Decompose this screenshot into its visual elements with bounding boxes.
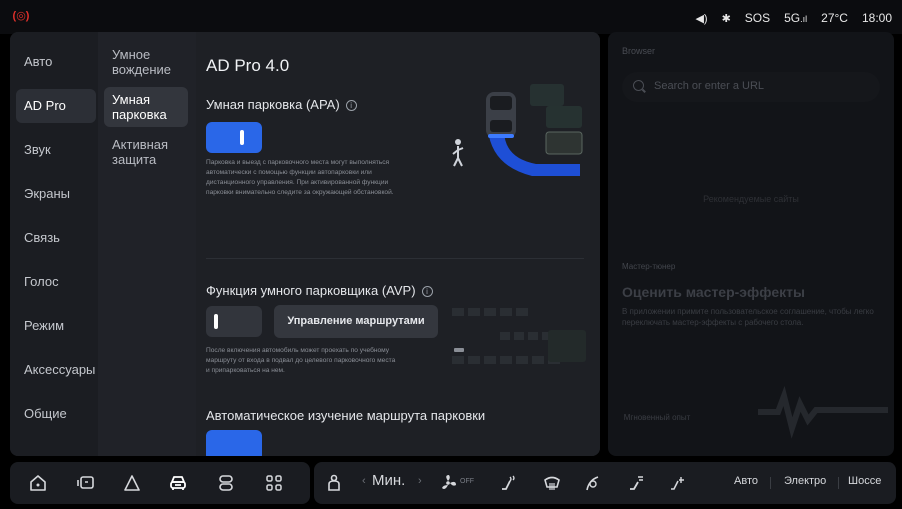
rear-defrost-icon[interactable] (542, 473, 562, 493)
fan-speed-value: Мин. (372, 472, 406, 489)
instant-experience-button[interactable]: Мгновенный опыт (622, 412, 692, 423)
wave-decoration (758, 385, 888, 439)
menu-item-sound[interactable]: Звук (16, 133, 96, 167)
seat-ventilation-icon[interactable] (626, 473, 646, 493)
search-placeholder: Search or enter a URL (654, 80, 765, 92)
dock-apps (10, 462, 310, 504)
drive-mode-auto[interactable]: Авто (734, 475, 758, 487)
apps-icon[interactable] (264, 473, 284, 493)
sos-label[interactable]: SOS (745, 11, 770, 25)
volume-icon[interactable]: ◀) (695, 12, 707, 25)
settings-submenu: Умное вождение Умная парковка Активная з… (98, 32, 196, 456)
section-divider (206, 258, 584, 259)
auto-learn-section-title: Автоматическое изучение маршрута парковк… (206, 408, 486, 423)
garage-illustration (452, 308, 586, 364)
settings-panel: Авто AD Pro Звук Экраны Связь Голос Режи… (10, 32, 600, 456)
temperature: 27°C (821, 11, 848, 25)
menu-item-accessories[interactable]: Аксессуары (16, 353, 96, 387)
avp-description: После включения автомобиль может проехат… (206, 347, 396, 374)
screen-icon[interactable] (76, 473, 96, 493)
parking-brake-icon: (◎) (12, 10, 30, 22)
dock-climate: ‹ Мин. › OFF Авто Электро Шоссе (314, 462, 896, 504)
fan-decrease-button[interactable]: ‹ (362, 475, 366, 487)
apa-description: Парковка и выезд с парковочного места мо… (206, 159, 394, 196)
settings-menu: Авто AD Pro Звук Экраны Связь Голос Режи… (10, 32, 98, 456)
search-icon (633, 80, 644, 91)
browser-search-input[interactable]: Search or enter a URL (622, 72, 880, 102)
mode-separator (838, 477, 839, 489)
master-effects-heading[interactable]: Оценить мастер-эффекты (622, 284, 805, 300)
menu-item-ad-pro[interactable]: AD Pro (16, 89, 96, 123)
submenu-item-smart-driving[interactable]: Умное вождение (104, 42, 188, 82)
master-tuner-label: Мастер-тюнер (622, 262, 676, 271)
drive-mode-electric[interactable]: Электро (784, 475, 826, 487)
clock: 18:00 (861, 11, 892, 25)
apa-toggle[interactable] (206, 122, 262, 153)
submenu-item-smart-parking[interactable]: Умная парковка (104, 87, 188, 127)
status-indicators: ◀) ✱ SOS 5G.ıl 27°C 18:00 (695, 10, 892, 26)
menu-item-voice[interactable]: Голос (16, 265, 96, 299)
seat-icon[interactable] (324, 473, 344, 493)
navigation-icon[interactable] (122, 473, 142, 493)
menu-item-general[interactable]: Общие (16, 397, 96, 431)
vehicle-settings-icon[interactable] (216, 473, 236, 493)
master-effects-text: В приложении примите пользовательское со… (622, 307, 874, 327)
network-indicator: 5G.ıl (784, 11, 808, 25)
status-bar: (◎) ◀) ✱ SOS 5G.ıl 27°C 18:00 (0, 0, 902, 34)
bluetooth-icon[interactable]: ✱ (722, 12, 731, 25)
info-icon[interactable]: i (345, 100, 357, 111)
drive-mode-highway[interactable]: Шоссе (848, 475, 881, 487)
menu-item-mode[interactable]: Режим (16, 309, 96, 343)
submenu-item-active-protection[interactable]: Активная защита (104, 132, 188, 172)
browser-label: Browser (622, 46, 656, 56)
avp-section-title: Функция умного парковщика (AVP) i (206, 283, 433, 298)
browser-recommended-sites[interactable]: Рекомендуемые сайты (648, 194, 854, 204)
avp-toggle[interactable] (206, 306, 262, 337)
steering-heat-icon[interactable] (584, 473, 604, 493)
parking-illustration (452, 84, 583, 176)
fan-icon[interactable] (438, 473, 458, 493)
menu-item-connection[interactable]: Связь (16, 221, 96, 255)
home-icon[interactable] (28, 473, 48, 493)
fan-increase-button[interactable]: › (418, 475, 422, 487)
menu-item-screens[interactable]: Экраны (16, 177, 96, 211)
info-icon[interactable]: i (421, 286, 433, 297)
menu-item-auto[interactable]: Авто (16, 45, 96, 79)
mode-separator (770, 477, 771, 489)
fan-off-label: OFF (460, 478, 474, 485)
apa-section-title: Умная парковка (APA) i (206, 97, 357, 112)
mirror-heat-icon[interactable] (668, 473, 688, 493)
side-widget-panel: Browser Search or enter a URL Рекомендуе… (608, 32, 894, 456)
settings-content: AD Pro 4.0 Умная парковка (APA) i Парковк… (196, 32, 600, 456)
route-management-button[interactable]: Управление маршрутами (274, 305, 438, 338)
car-icon[interactable] (168, 473, 188, 493)
page-title: AD Pro 4.0 (206, 56, 290, 75)
seat-heat-icon[interactable] (498, 473, 518, 493)
auto-learn-toggle[interactable] (206, 430, 262, 456)
